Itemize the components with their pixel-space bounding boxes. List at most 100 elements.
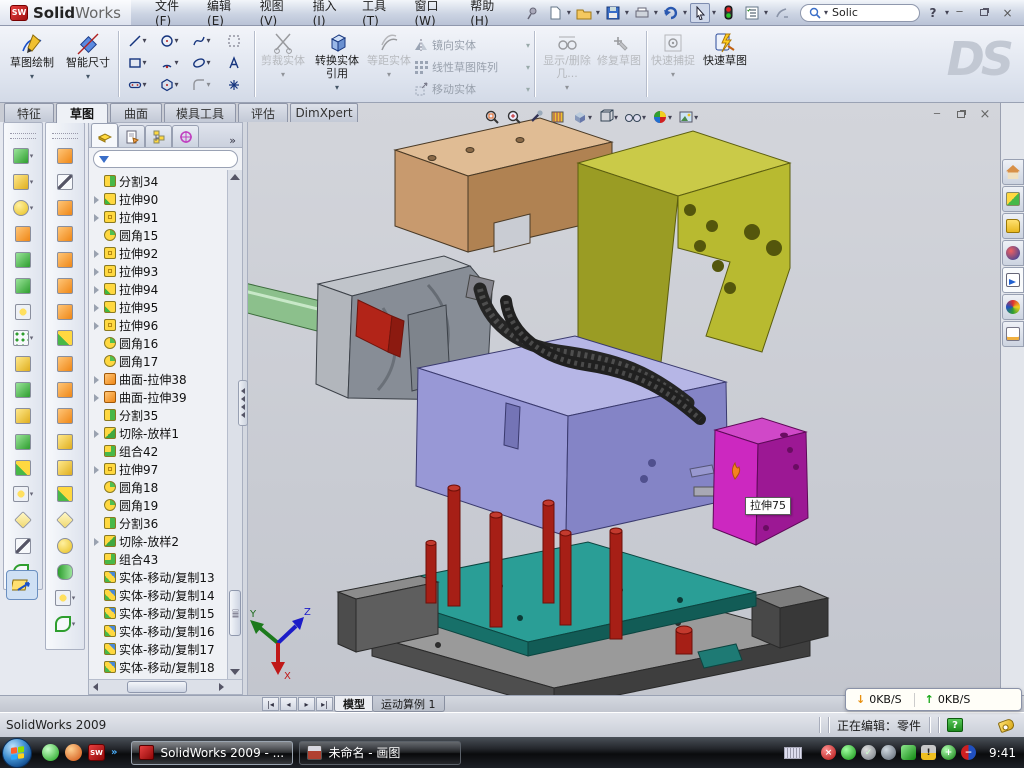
tab-model[interactable]: 模型: [334, 696, 374, 712]
expander[interactable]: [92, 573, 101, 582]
tool-icon[interactable]: [48, 353, 82, 375]
next-tab-icon[interactable]: ▸: [298, 697, 315, 711]
security-shield-icon[interactable]: [841, 745, 856, 760]
select-arrow-icon[interactable]: [690, 3, 710, 23]
tool-icon[interactable]: [48, 223, 82, 245]
section-view-icon[interactable]: [550, 109, 566, 125]
expander[interactable]: [92, 303, 101, 312]
view-orientation-icon[interactable]: ▾: [598, 109, 618, 125]
collaborate-icon[interactable]: [771, 3, 791, 23]
model-extrude75-body[interactable]: [713, 418, 808, 545]
tree-item[interactable]: 分割35: [89, 406, 227, 424]
expander[interactable]: [92, 393, 101, 402]
tool-icon[interactable]: [48, 509, 82, 531]
circle-tool[interactable]: ▾: [154, 30, 185, 51]
tree-item[interactable]: 实体-移动/复制16: [89, 622, 227, 640]
spline-tool[interactable]: ▾: [186, 30, 217, 51]
expander[interactable]: [92, 357, 101, 366]
tool-icon[interactable]: [48, 197, 82, 219]
taskbar-window-button[interactable]: SolidWorks 2009 - ...: [131, 741, 293, 765]
quick-tips-icon[interactable]: ?: [947, 718, 963, 732]
expander[interactable]: [92, 465, 101, 474]
solidworks-quicklaunch-icon[interactable]: SW: [88, 744, 105, 761]
tree-item[interactable]: 实体-移动/复制14: [89, 586, 227, 604]
expander[interactable]: [92, 501, 101, 510]
tool-icon[interactable]: [48, 613, 82, 635]
doc-restore-button[interactable]: [952, 107, 970, 121]
tool-icon[interactable]: [48, 431, 82, 453]
last-tab-icon[interactable]: ▸|: [316, 697, 333, 711]
scroll-left-icon[interactable]: [93, 683, 98, 691]
tree-item[interactable]: 圆角19: [89, 496, 227, 514]
tree-item[interactable]: 拉伸94: [89, 280, 227, 298]
input-method-keyboard-icon[interactable]: [784, 747, 802, 759]
tool-icon[interactable]: [6, 353, 40, 375]
prev-tab-icon[interactable]: ◂: [280, 697, 297, 711]
tool-icon[interactable]: [6, 197, 40, 219]
browser-quicklaunch-icon[interactable]: [65, 744, 82, 761]
tree-item[interactable]: 曲面-拉伸38: [89, 370, 227, 388]
tags-icon[interactable]: [998, 717, 1016, 732]
trim-entities-button[interactable]: 剪裁实体▾: [258, 29, 308, 99]
tab-appearances[interactable]: [1002, 294, 1024, 320]
repair-sketch-button[interactable]: 修复草图: [596, 29, 642, 99]
rectangle-tool[interactable]: ▾: [122, 52, 153, 73]
zoom-fit-icon[interactable]: [484, 109, 500, 125]
expander[interactable]: [92, 339, 101, 348]
expander[interactable]: [92, 213, 101, 222]
sketch-fillet-tool[interactable]: ▾: [186, 74, 217, 95]
tree-item[interactable]: 圆角15: [89, 226, 227, 244]
tab-propertymanager[interactable]: [118, 125, 145, 147]
tool-icon[interactable]: [48, 145, 82, 167]
taskbar-window-button[interactable]: 未命名 - 画图: [299, 741, 461, 765]
print-icon[interactable]: [632, 3, 652, 23]
tool-icon[interactable]: [6, 457, 40, 479]
tool-icon[interactable]: [6, 249, 40, 271]
expander[interactable]: [92, 429, 101, 438]
taskbar-clock[interactable]: 9:41: [989, 746, 1016, 760]
network-warning-icon[interactable]: !: [921, 745, 936, 760]
tree-item[interactable]: 分割34: [89, 172, 227, 190]
scroll-thumb[interactable]: [229, 590, 241, 636]
tab-features[interactable]: 特征: [4, 103, 54, 122]
expander[interactable]: [92, 519, 101, 528]
tool-icon[interactable]: [6, 171, 40, 193]
display-style-icon[interactable]: ▾: [572, 109, 592, 125]
line-tool[interactable]: ▾: [122, 30, 153, 51]
tree-item[interactable]: 拉伸92: [89, 244, 227, 262]
tree-item[interactable]: 组合43: [89, 550, 227, 568]
tool-icon[interactable]: [48, 249, 82, 271]
ellipse-tool[interactable]: ▾: [186, 52, 217, 73]
expander[interactable]: [92, 321, 101, 330]
start-button[interactable]: [2, 738, 32, 768]
tool-icon[interactable]: [6, 275, 40, 297]
tool-icon[interactable]: [6, 509, 40, 531]
instant3d-button-pressed[interactable]: [6, 570, 38, 600]
guard-plus-icon[interactable]: +: [941, 745, 956, 760]
h-scroll-thumb[interactable]: [127, 681, 187, 693]
tool-icon[interactable]: [6, 379, 40, 401]
messenger-quicklaunch-icon[interactable]: [42, 744, 59, 761]
close-button[interactable]: ×: [997, 5, 1018, 21]
polygon-tool[interactable]: ▾: [154, 74, 185, 95]
tree-horizontal-scrollbar[interactable]: [89, 679, 242, 694]
tool-icon[interactable]: [6, 301, 40, 323]
search-input[interactable]: Solic: [832, 6, 858, 19]
previous-view-icon[interactable]: [528, 109, 544, 125]
tab-featuremanager[interactable]: [91, 123, 118, 147]
save-icon[interactable]: [603, 3, 623, 23]
pin-icon[interactable]: [522, 3, 542, 23]
new-file-icon[interactable]: [545, 3, 565, 23]
tree-item[interactable]: 实体-移动/复制15: [89, 604, 227, 622]
rapid-sketch-button[interactable]: 快速草图: [700, 29, 750, 99]
offset-entities-button[interactable]: 等距实体▾: [366, 29, 412, 99]
restore-button[interactable]: [973, 5, 994, 21]
help-icon[interactable]: ?: [923, 3, 943, 23]
doc-close-button[interactable]: ×: [976, 107, 994, 121]
linear-sketch-pattern-button[interactable]: 线性草图阵列▾: [414, 56, 530, 78]
expander[interactable]: [92, 609, 101, 618]
tree-item[interactable]: 组合42: [89, 442, 227, 460]
tree-item[interactable]: 实体-移动/复制17: [89, 640, 227, 658]
zoom-area-icon[interactable]: [506, 109, 522, 125]
undo-icon[interactable]: [661, 3, 681, 23]
